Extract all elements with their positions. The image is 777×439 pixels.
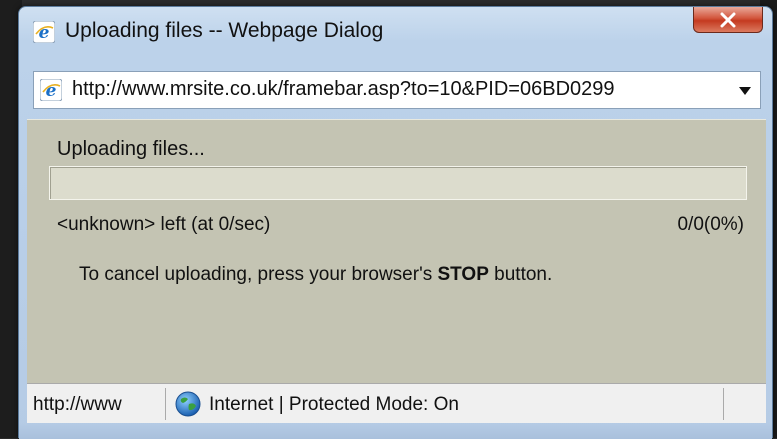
upload-count-percent: 0/0(0%)	[677, 214, 744, 235]
title-bar[interactable]: e Uploading files -- Webpage Dialog	[19, 7, 772, 59]
upload-progress-bar	[49, 166, 747, 200]
upload-heading: Uploading files...	[57, 138, 205, 160]
ie-icon: e	[40, 79, 62, 101]
chevron-down-icon[interactable]	[738, 86, 752, 96]
cancel-prefix: To cancel uploading, press your browser'…	[79, 264, 433, 285]
svg-text:e: e	[39, 23, 50, 43]
dialog-content: Uploading files... <unknown> left (at 0/…	[27, 119, 766, 383]
address-url[interactable]: http://www.mrsite.co.uk/framebar.asp?to=…	[72, 78, 615, 101]
status-divider	[165, 388, 166, 420]
time-left-text: <unknown> left (at 0/sec)	[57, 214, 271, 235]
cancel-suffix: button.	[494, 264, 553, 285]
address-bar[interactable]: e http://www.mrsite.co.uk/framebar.asp?t…	[33, 71, 761, 109]
ie-icon: e	[33, 21, 55, 43]
cancel-stop-word: STOP	[437, 264, 489, 285]
svg-text:e: e	[46, 81, 57, 101]
webpage-dialog-window: e Uploading files -- Webpage Dialog e ht…	[18, 6, 773, 439]
globe-icon	[175, 391, 201, 417]
close-icon	[720, 12, 736, 27]
status-bar: http://www Internet | Protected Mode: On	[27, 383, 766, 423]
window-title: Uploading files -- Webpage Dialog	[65, 19, 384, 42]
close-button[interactable]	[693, 7, 763, 33]
cancel-instructions: To cancel uploading, press your browser'…	[79, 264, 552, 286]
window-bottom-border	[19, 423, 772, 439]
status-divider-right	[723, 388, 724, 420]
security-zone[interactable]: Internet | Protected Mode: On	[209, 394, 459, 416]
status-url: http://www	[33, 394, 122, 415]
